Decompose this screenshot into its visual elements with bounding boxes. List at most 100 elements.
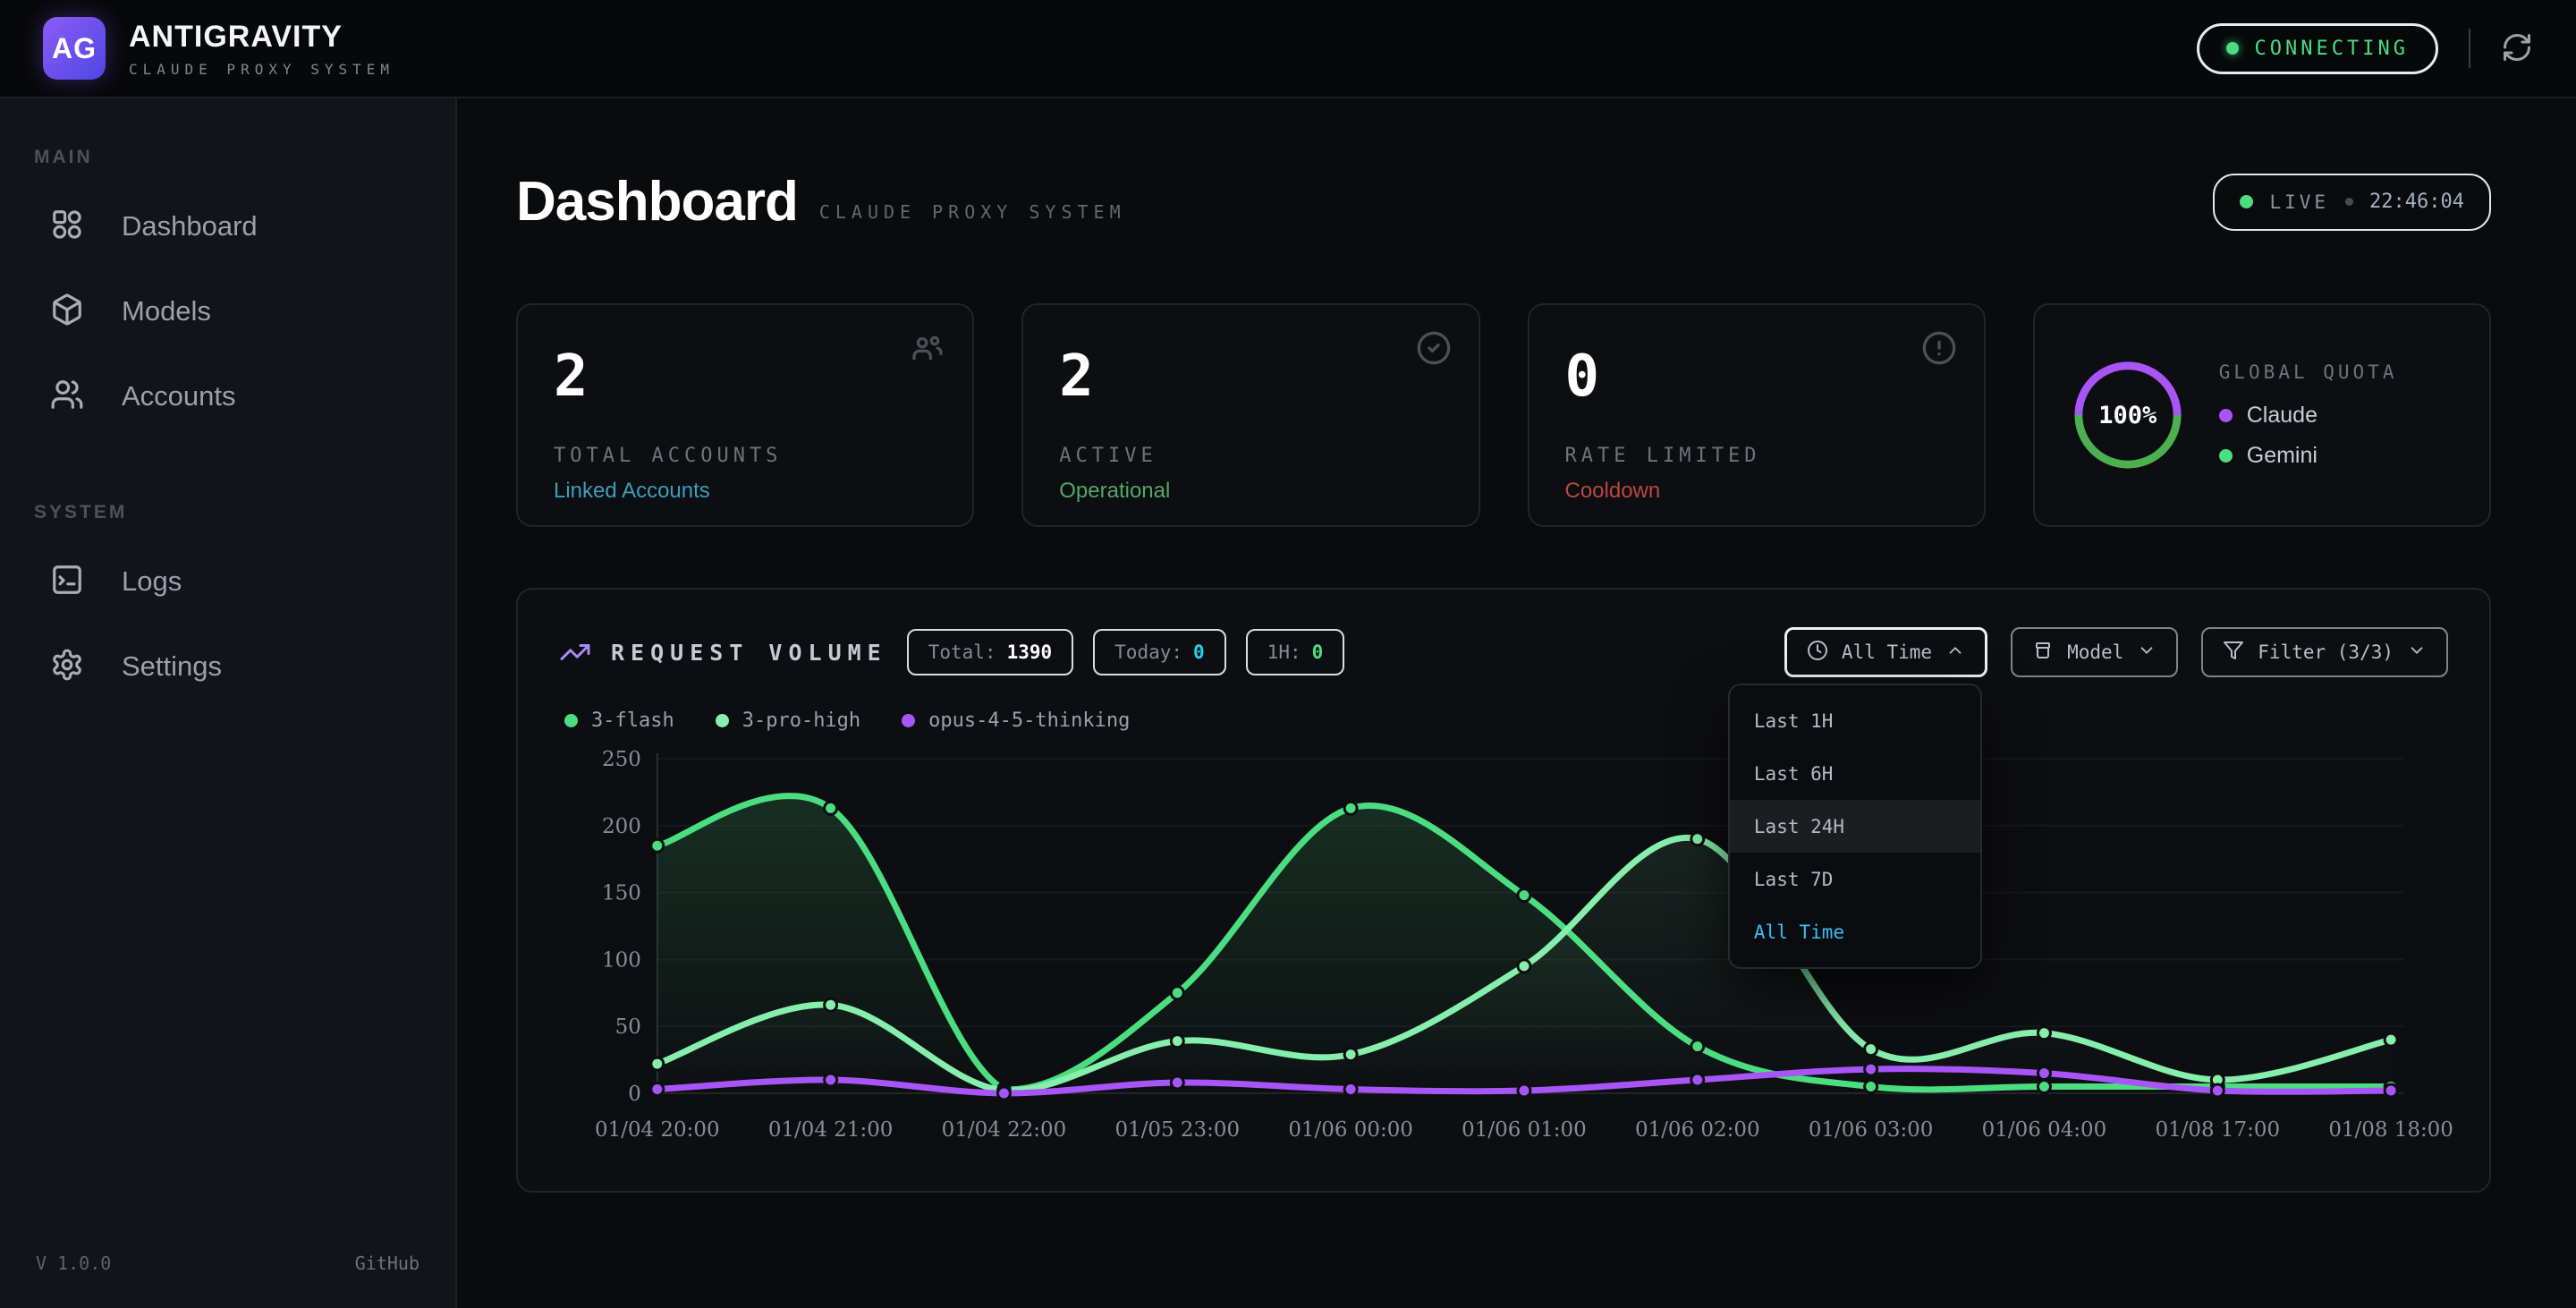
connection-status-badge: CONNECTING	[2197, 23, 2438, 74]
svg-text:01/05 23:00: 01/05 23:00	[1115, 1118, 1241, 1142]
badge-label: 1H:	[1267, 641, 1301, 663]
sidebar-item-logs[interactable]: Logs	[0, 550, 455, 613]
filter-value: Filter (3/3)	[2258, 641, 2394, 663]
clock-icon	[1807, 640, 1828, 666]
menu-item-last-7d[interactable]: Last 7D	[1730, 853, 1980, 905]
quota-percent: 100%	[2071, 358, 2185, 472]
legend-label: opus-4-5-thinking	[928, 709, 1130, 732]
quota-legend-label: Claude	[2247, 403, 2318, 429]
sidebar-item-dashboard[interactable]: Dashboard	[0, 195, 455, 258]
quota-legend-gemini: Gemini	[2219, 443, 2398, 469]
svg-text:50: 50	[615, 1015, 641, 1039]
sidebar-item-label: Models	[122, 295, 211, 327]
grid-icon	[50, 208, 84, 246]
sidebar: MAIN Dashboard Models Accounts S	[0, 98, 457, 1308]
model-dropdown-button[interactable]: Model	[2011, 627, 2178, 677]
clock-text: 22:46:04	[2369, 191, 2464, 213]
legend-item-opus[interactable]: opus-4-5-thinking	[902, 709, 1130, 732]
sidebar-item-label: Settings	[122, 650, 222, 683]
github-link[interactable]: GitHub	[355, 1253, 419, 1274]
svg-text:01/04 22:00: 01/04 22:00	[942, 1118, 1067, 1142]
menu-item-all-time[interactable]: All Time	[1730, 905, 1980, 958]
svg-text:01/08 18:00: 01/08 18:00	[2328, 1118, 2453, 1142]
chevron-down-icon	[2407, 641, 2427, 665]
separator-dot-icon	[2345, 198, 2353, 206]
line-chart: 05010015020025001/04 20:0001/04 21:0001/…	[559, 744, 2448, 1169]
sidebar-item-accounts[interactable]: Accounts	[0, 365, 455, 428]
badge-label: Today:	[1114, 641, 1182, 663]
gemini-dot-icon	[2219, 449, 2233, 463]
funnel-icon	[2223, 640, 2244, 666]
stat-card-active: 2 ACTIVE Operational	[1021, 303, 1479, 527]
stat-label: ACTIVE	[1059, 445, 1442, 467]
stat-subtext: Linked Accounts	[554, 479, 936, 504]
sidebar-item-label: Logs	[122, 565, 182, 598]
legend-label: 3-pro-high	[742, 709, 860, 732]
model-value: Model	[2067, 641, 2123, 663]
time-range-value: All Time	[1842, 641, 1932, 663]
archive-box-icon	[2032, 640, 2054, 666]
trending-up-icon	[559, 636, 591, 668]
users-icon	[50, 378, 84, 416]
time-range-dropdown-button[interactable]: All Time Last 1H Last 6H Last 24H Last 7…	[1784, 627, 1987, 677]
live-label: LIVE	[2269, 191, 2329, 213]
sidebar-item-label: Dashboard	[122, 210, 258, 242]
svg-text:01/06 00:00: 01/06 00:00	[1288, 1118, 1413, 1142]
time-range-menu: Last 1H Last 6H Last 24H Last 7D All Tim…	[1728, 684, 1982, 969]
stat-value: 2	[1059, 348, 1442, 405]
svg-text:0: 0	[628, 1083, 641, 1106]
sidebar-section-main: MAIN	[0, 147, 455, 168]
stat-subtext: Cooldown	[1565, 479, 1948, 504]
quota-label: GLOBAL QUOTA	[2219, 361, 2398, 383]
hour-badge: 1H: 0	[1246, 629, 1345, 675]
badge-label: Total:	[928, 641, 996, 663]
chart-canvas: 05010015020025001/04 20:0001/04 21:0001/…	[559, 744, 2448, 1165]
app-title: ANTIGRAVITY	[129, 20, 394, 55]
series-dot-icon	[564, 714, 578, 727]
svg-text:01/08 17:00: 01/08 17:00	[2156, 1118, 2281, 1142]
live-status-badge: LIVE 22:46:04	[2213, 174, 2491, 231]
menu-item-last-1h[interactable]: Last 1H	[1730, 694, 1980, 747]
sidebar-item-settings[interactable]: Settings	[0, 635, 455, 698]
request-volume-card: REQUEST VOLUME Total: 1390 Today: 0 1H: …	[516, 588, 2491, 1193]
page-subtitle: CLAUDE PROXY SYSTEM	[819, 201, 1126, 223]
menu-item-last-6h[interactable]: Last 6H	[1730, 747, 1980, 800]
svg-text:01/06 04:00: 01/06 04:00	[1982, 1118, 2107, 1142]
users-icon	[910, 330, 945, 370]
top-header: AG ANTIGRAVITY CLAUDE PROXY SYSTEM CONNE…	[0, 0, 2576, 98]
svg-text:01/04 21:00: 01/04 21:00	[768, 1118, 894, 1142]
legend-item-3-flash[interactable]: 3-flash	[564, 709, 674, 732]
svg-text:100: 100	[602, 948, 641, 972]
quota-legend-claude: Claude	[2219, 403, 2398, 429]
chart-title: REQUEST VOLUME	[611, 640, 887, 666]
stat-value: 2	[554, 348, 936, 405]
chevron-up-icon	[1945, 641, 1965, 665]
live-dot-icon	[2240, 195, 2253, 208]
stat-card-total-accounts: 2 TOTAL ACCOUNTS Linked Accounts	[516, 303, 974, 527]
app-subtitle: CLAUDE PROXY SYSTEM	[129, 61, 394, 78]
status-dot-icon	[2226, 42, 2239, 55]
badge-value: 0	[1312, 641, 1324, 663]
chart-legend: 3-flash 3-pro-high opus-4-5-thinking	[564, 709, 2448, 732]
badge-value: 1390	[1007, 641, 1053, 663]
circle-alert-icon	[1921, 330, 1957, 370]
filter-dropdown-button[interactable]: Filter (3/3)	[2201, 627, 2448, 677]
menu-item-last-24h[interactable]: Last 24H	[1730, 800, 1980, 853]
page-title: Dashboard	[516, 170, 798, 234]
series-dot-icon	[902, 714, 915, 727]
sidebar-item-models[interactable]: Models	[0, 280, 455, 343]
svg-text:01/06 03:00: 01/06 03:00	[1809, 1118, 1934, 1142]
stat-subtext: Operational	[1059, 479, 1442, 504]
version-text: V 1.0.0	[36, 1253, 111, 1274]
svg-text:200: 200	[602, 815, 641, 838]
stat-value: 0	[1565, 348, 1948, 405]
quota-legend-label: Gemini	[2247, 443, 2318, 469]
refresh-button[interactable]	[2501, 31, 2533, 66]
legend-label: 3-flash	[591, 709, 674, 732]
total-badge: Total: 1390	[907, 629, 1073, 675]
sidebar-item-label: Accounts	[122, 380, 236, 412]
terminal-icon	[50, 563, 84, 601]
legend-item-3-pro-high[interactable]: 3-pro-high	[716, 709, 860, 732]
connection-status-text: CONNECTING	[2255, 38, 2409, 60]
sidebar-section-system: SYSTEM	[0, 502, 455, 523]
